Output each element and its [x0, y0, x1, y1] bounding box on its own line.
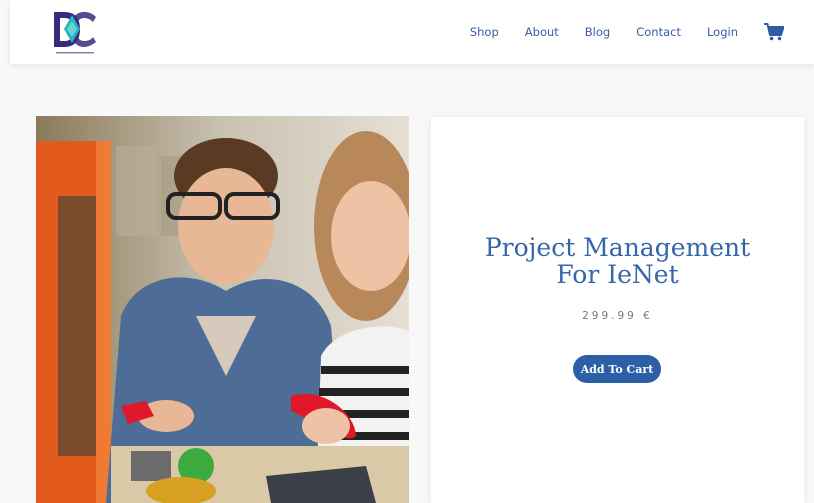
logo[interactable] [50, 9, 100, 57]
product-title: Project Management For IeNet [431, 234, 804, 288]
product-title-line-1: Project Management [484, 233, 751, 262]
dc-academy-logo-icon [54, 12, 96, 54]
add-to-cart-button[interactable]: Add To Cart [573, 355, 661, 383]
product-price: 299.99 € [582, 310, 653, 322]
product-title-line-2: For IeNet [556, 260, 679, 289]
nav-blog[interactable]: Blog [585, 25, 610, 39]
nav-login[interactable]: Login [707, 25, 738, 39]
nav-about[interactable]: About [525, 25, 559, 39]
product-image [36, 116, 409, 503]
shopping-cart-icon[interactable] [764, 23, 785, 41]
site-header: Shop About Blog Contact Login [10, 0, 814, 64]
product-card: Project Management For IeNet 299.99 € Ad… [431, 117, 804, 503]
nav-contact[interactable]: Contact [636, 25, 681, 39]
main-nav: Shop About Blog Contact Login [444, 0, 785, 64]
nav-shop[interactable]: Shop [470, 25, 499, 39]
